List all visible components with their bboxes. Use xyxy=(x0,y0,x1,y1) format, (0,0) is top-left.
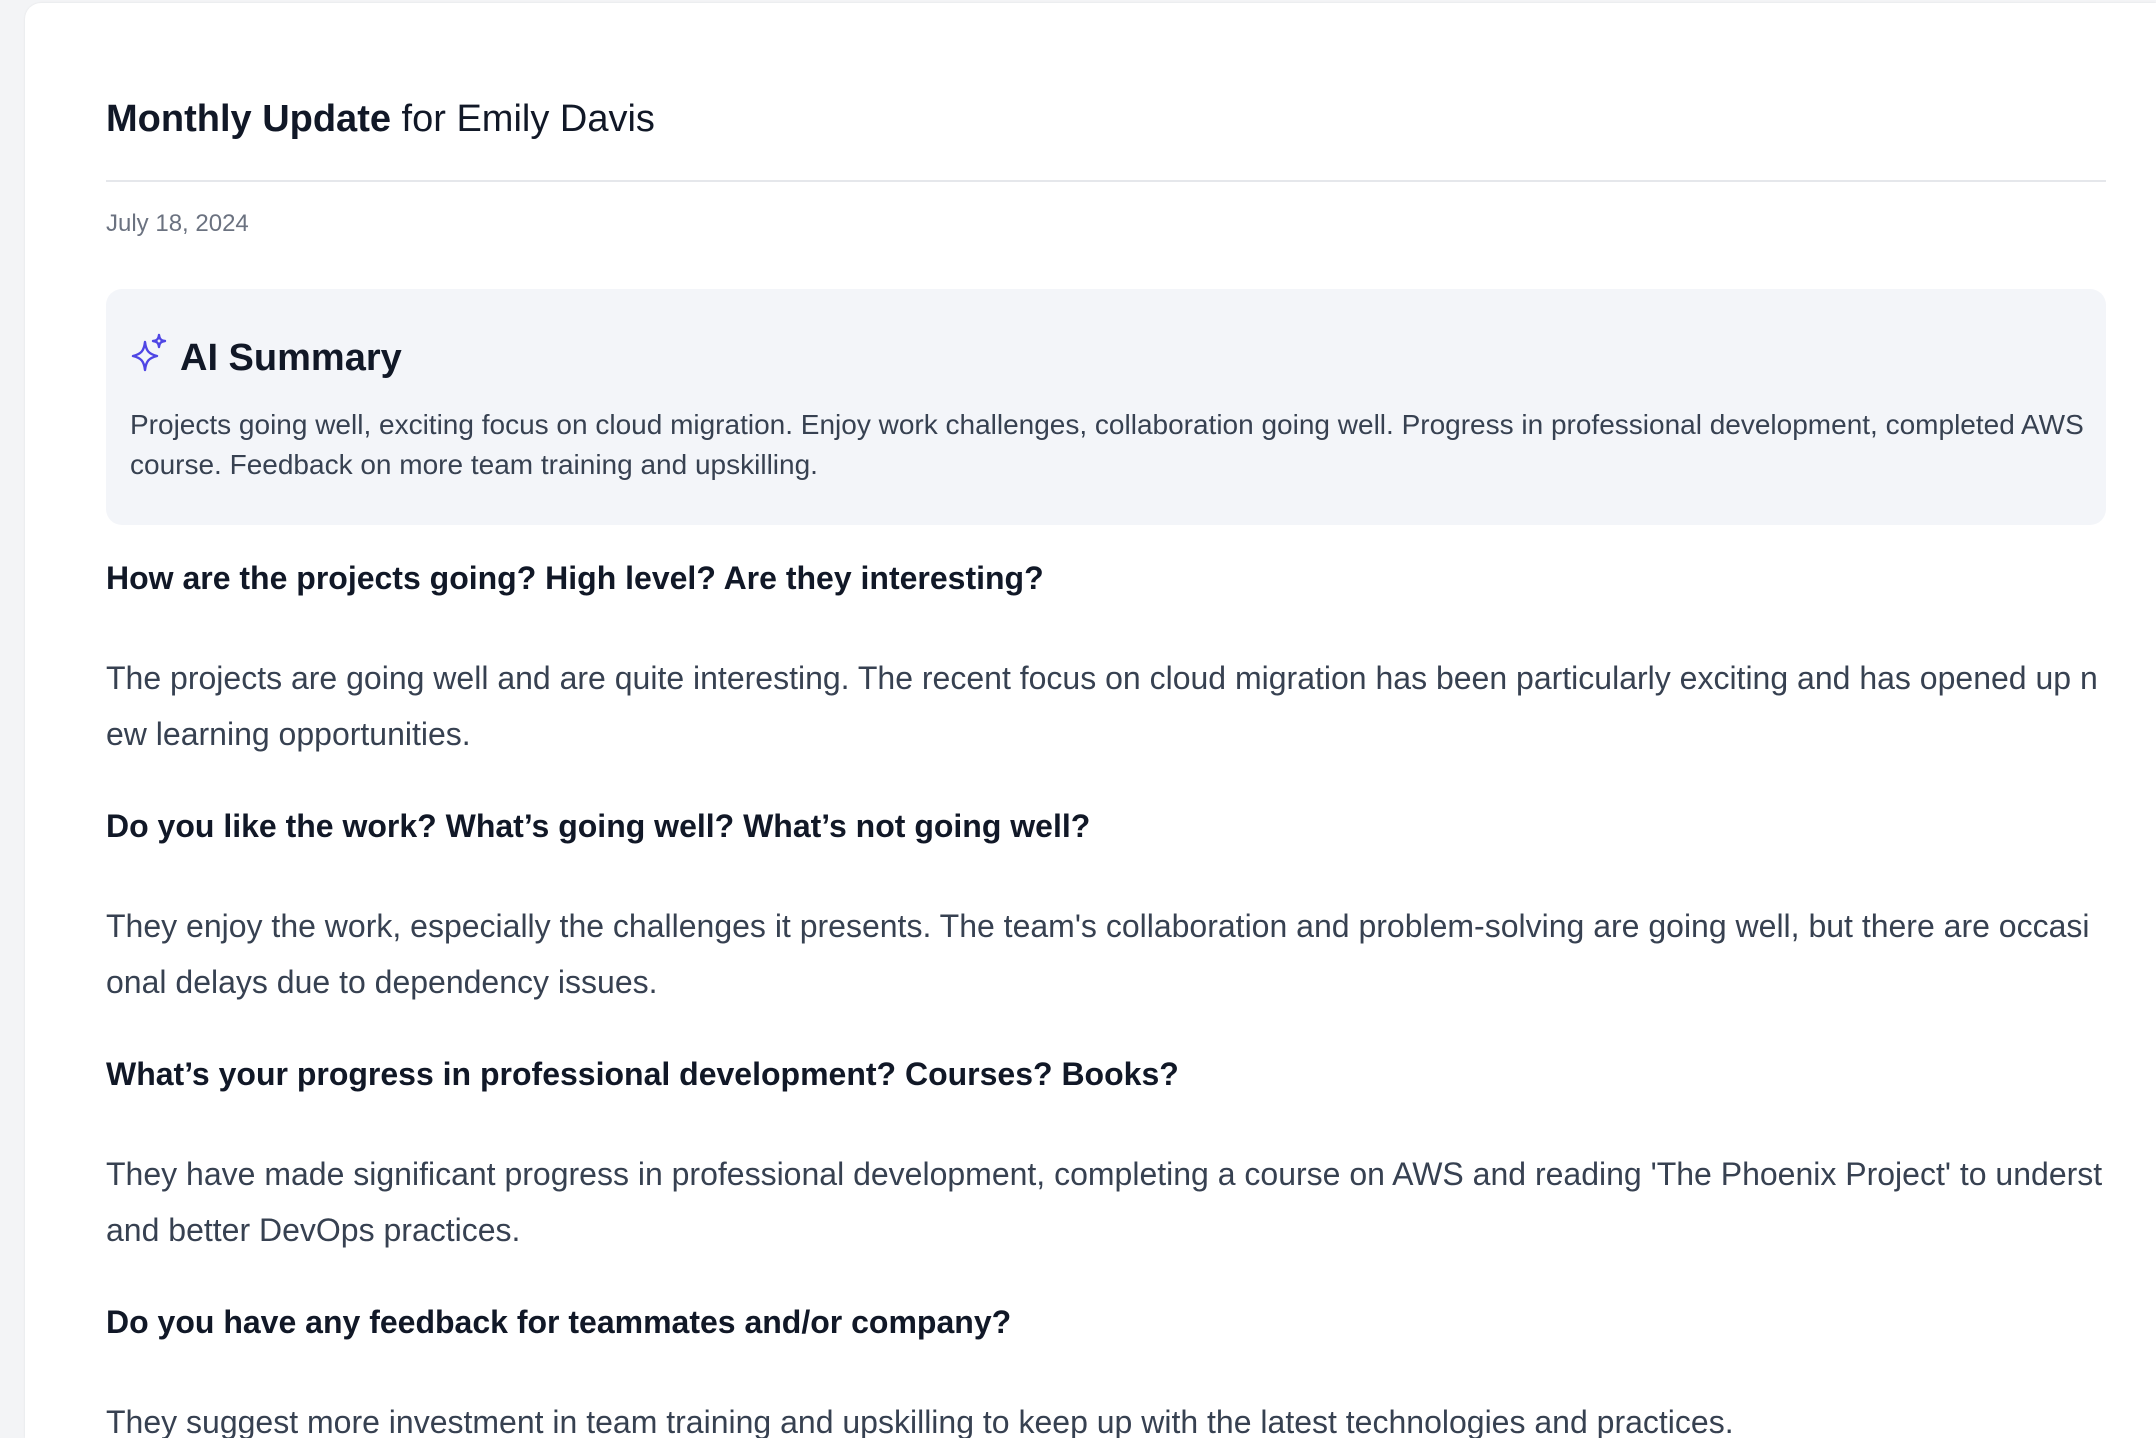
ai-summary-title: AI Summary xyxy=(180,336,402,379)
update-page: Monthly Update for Emily Davis July 18, … xyxy=(25,3,2156,1438)
answer-text: The projects are going well and are quit… xyxy=(106,660,2098,752)
qa-item: Do you have any feedback for teammates a… xyxy=(106,1300,2106,1438)
answer-text: They enjoy the work, especially the chal… xyxy=(106,908,2090,1000)
ai-summary-card: AI Summary Projects going well, exciting… xyxy=(106,289,2106,525)
update-date: July 18, 2024 xyxy=(106,210,249,237)
question-text: Do you like the work? What’s going well?… xyxy=(106,808,1091,844)
qa-item: Do you like the work? What’s going well?… xyxy=(106,804,2106,1010)
sparkles-icon xyxy=(131,333,167,372)
page-title: Monthly Update for Emily Davis xyxy=(106,93,655,145)
ai-summary-header: AI Summary xyxy=(130,333,402,383)
ai-summary-text: Projects going well, exciting focus on c… xyxy=(130,409,2084,480)
question-text: What’s your progress in professional dev… xyxy=(106,1056,1179,1092)
page-title-strong: Monthly Update xyxy=(106,98,391,140)
qa-item: What’s your progress in professional dev… xyxy=(106,1052,2106,1258)
qa-item: How are the projects going? High level? … xyxy=(106,556,2106,762)
header-divider xyxy=(106,180,2106,182)
question-text: Do you have any feedback for teammates a… xyxy=(106,1304,1012,1340)
answer-text: They suggest more investment in team tra… xyxy=(106,1404,1734,1438)
question-text: How are the projects going? High level? … xyxy=(106,560,1044,596)
page-title-subject: for Emily Davis xyxy=(390,98,655,140)
answer-text: They have made significant progress in p… xyxy=(106,1156,2103,1248)
